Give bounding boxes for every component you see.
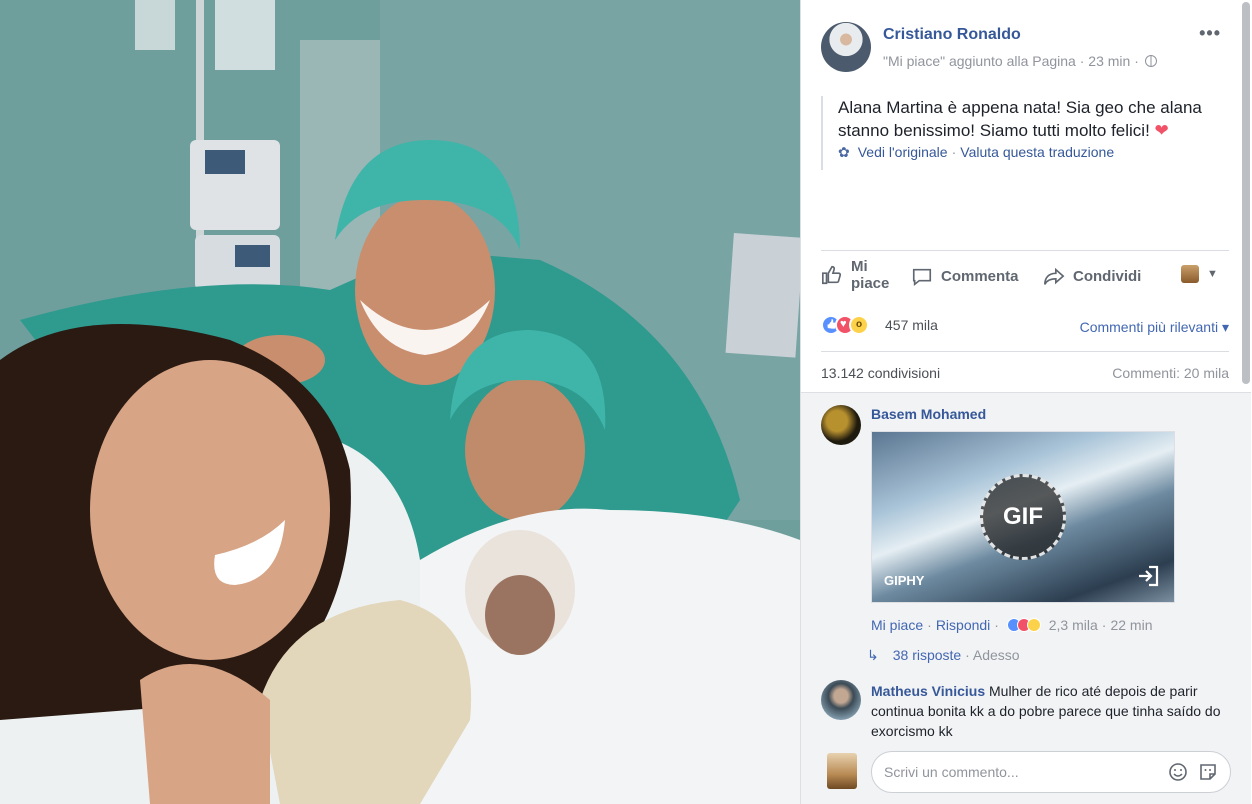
- comment-actions: Mi piace · Rispondi · 2,3 mila · 22 min: [871, 617, 1153, 633]
- comment-button[interactable]: Commenta: [911, 266, 1019, 288]
- comments-section: Basem Mohamed GIF GIPHY Mi piace · Rispond…: [801, 392, 1251, 804]
- chevron-down-icon: ▼: [1207, 268, 1218, 281]
- share-label: Condividi: [1073, 267, 1142, 285]
- post-meta-text: "Mi piace" aggiunto alla Pagina · 23 min…: [883, 53, 1139, 69]
- author-name[interactable]: Cristiano Ronaldo: [883, 26, 1021, 44]
- wow-reaction-icon: [849, 315, 869, 335]
- current-user-avatar: [827, 753, 857, 789]
- author-avatar[interactable]: [821, 22, 871, 72]
- comment-input[interactable]: [884, 761, 1154, 783]
- post-actions-bar: Mi piace Commenta Condividi ▼: [821, 250, 1229, 300]
- see-original-link[interactable]: Vedi l'originale: [858, 144, 948, 160]
- replies-time: Adesso: [972, 647, 1020, 663]
- reaction-icons[interactable]: [821, 315, 869, 335]
- comment-reaction-count[interactable]: 2,3 mila: [1049, 617, 1098, 633]
- post-text-block: Alana Martina è appena nata! Sia geo che…: [821, 96, 1223, 170]
- more-options-icon[interactable]: •••: [1199, 24, 1221, 42]
- view-replies-link[interactable]: ↳ 38 risposte · Adesso: [867, 647, 1020, 664]
- reaction-count[interactable]: 457 mila: [885, 317, 938, 333]
- haha-reaction-icon: [1026, 618, 1041, 632]
- post-photo[interactable]: [0, 0, 800, 804]
- post-stats: 13.142 condivisioni Commenti: 20 mila: [821, 365, 1229, 381]
- comment-composer[interactable]: [871, 751, 1231, 793]
- post-meta: "Mi piace" aggiunto alla Pagina · 23 min…: [883, 53, 1157, 69]
- comments-count[interactable]: Commenti: 20 mila: [1112, 365, 1229, 381]
- post-header: Cristiano Ronaldo "Mi piace" aggiunto al…: [821, 22, 1231, 74]
- comment-reply-link[interactable]: Rispondi: [936, 617, 990, 633]
- translation-bar: ✿ Vedi l'originale · Valuta questa traduzio…: [838, 144, 1223, 161]
- comment-time: 22 min: [1110, 617, 1153, 633]
- like-label: Mi piace: [851, 258, 890, 292]
- share-arrow-icon: [1044, 267, 1065, 285]
- comment-body: Matheus Vinicius Mulher de rico até depo…: [871, 681, 1221, 741]
- commenter-name[interactable]: Matheus Vinicius: [871, 683, 985, 699]
- reactions-summary: 457 mila Commenti più rilevanti ▾: [821, 300, 1229, 352]
- comment-label: Commenta: [941, 267, 1019, 285]
- reply-arrow-icon: ↳: [867, 647, 879, 663]
- post-body: Alana Martina è appena nata! Sia geo che…: [838, 96, 1223, 142]
- comment-like-link[interactable]: Mi piace: [871, 617, 923, 633]
- shares-count[interactable]: 13.142 condivisioni: [821, 365, 940, 381]
- globe-icon: [1144, 55, 1157, 67]
- thumbs-up-icon: [822, 265, 842, 285]
- share-button[interactable]: Condividi: [1043, 266, 1141, 288]
- post-sidebar: Cristiano Ronaldo "Mi piace" aggiunto al…: [800, 0, 1252, 804]
- giphy-label: GIPHY: [884, 573, 925, 588]
- rate-translation-link[interactable]: Valuta questa traduzione: [960, 144, 1114, 160]
- photo-illustration: [0, 0, 800, 804]
- like-button[interactable]: Mi piace: [821, 258, 895, 292]
- commenter-avatar[interactable]: [821, 405, 861, 445]
- emoji-icon[interactable]: [1168, 762, 1188, 782]
- open-external-icon[interactable]: [1136, 564, 1160, 588]
- gear-icon[interactable]: ✿: [838, 144, 850, 160]
- scrollbar[interactable]: [1242, 2, 1250, 384]
- gif-play-badge[interactable]: GIF: [980, 474, 1066, 560]
- replies-count[interactable]: 38 risposte: [893, 647, 961, 663]
- commenter-name[interactable]: Basem Mohamed: [871, 406, 986, 422]
- post-as-selector[interactable]: ▼: [1181, 265, 1218, 284]
- post-body-text: Alana Martina è appena nata! Sia geo che…: [838, 98, 1202, 140]
- comment-bubble-icon: [912, 268, 932, 287]
- commenter-avatar[interactable]: [821, 680, 861, 720]
- comment-sort-dropdown[interactable]: Commenti più rilevanti ▾: [1080, 319, 1229, 336]
- sticker-icon[interactable]: [1198, 762, 1218, 782]
- profile-mini-avatar: [1181, 265, 1199, 284]
- heart-emoji-icon: ❤: [1154, 121, 1169, 140]
- separator: ·: [951, 144, 957, 160]
- gif-attachment[interactable]: GIF GIPHY: [871, 431, 1175, 603]
